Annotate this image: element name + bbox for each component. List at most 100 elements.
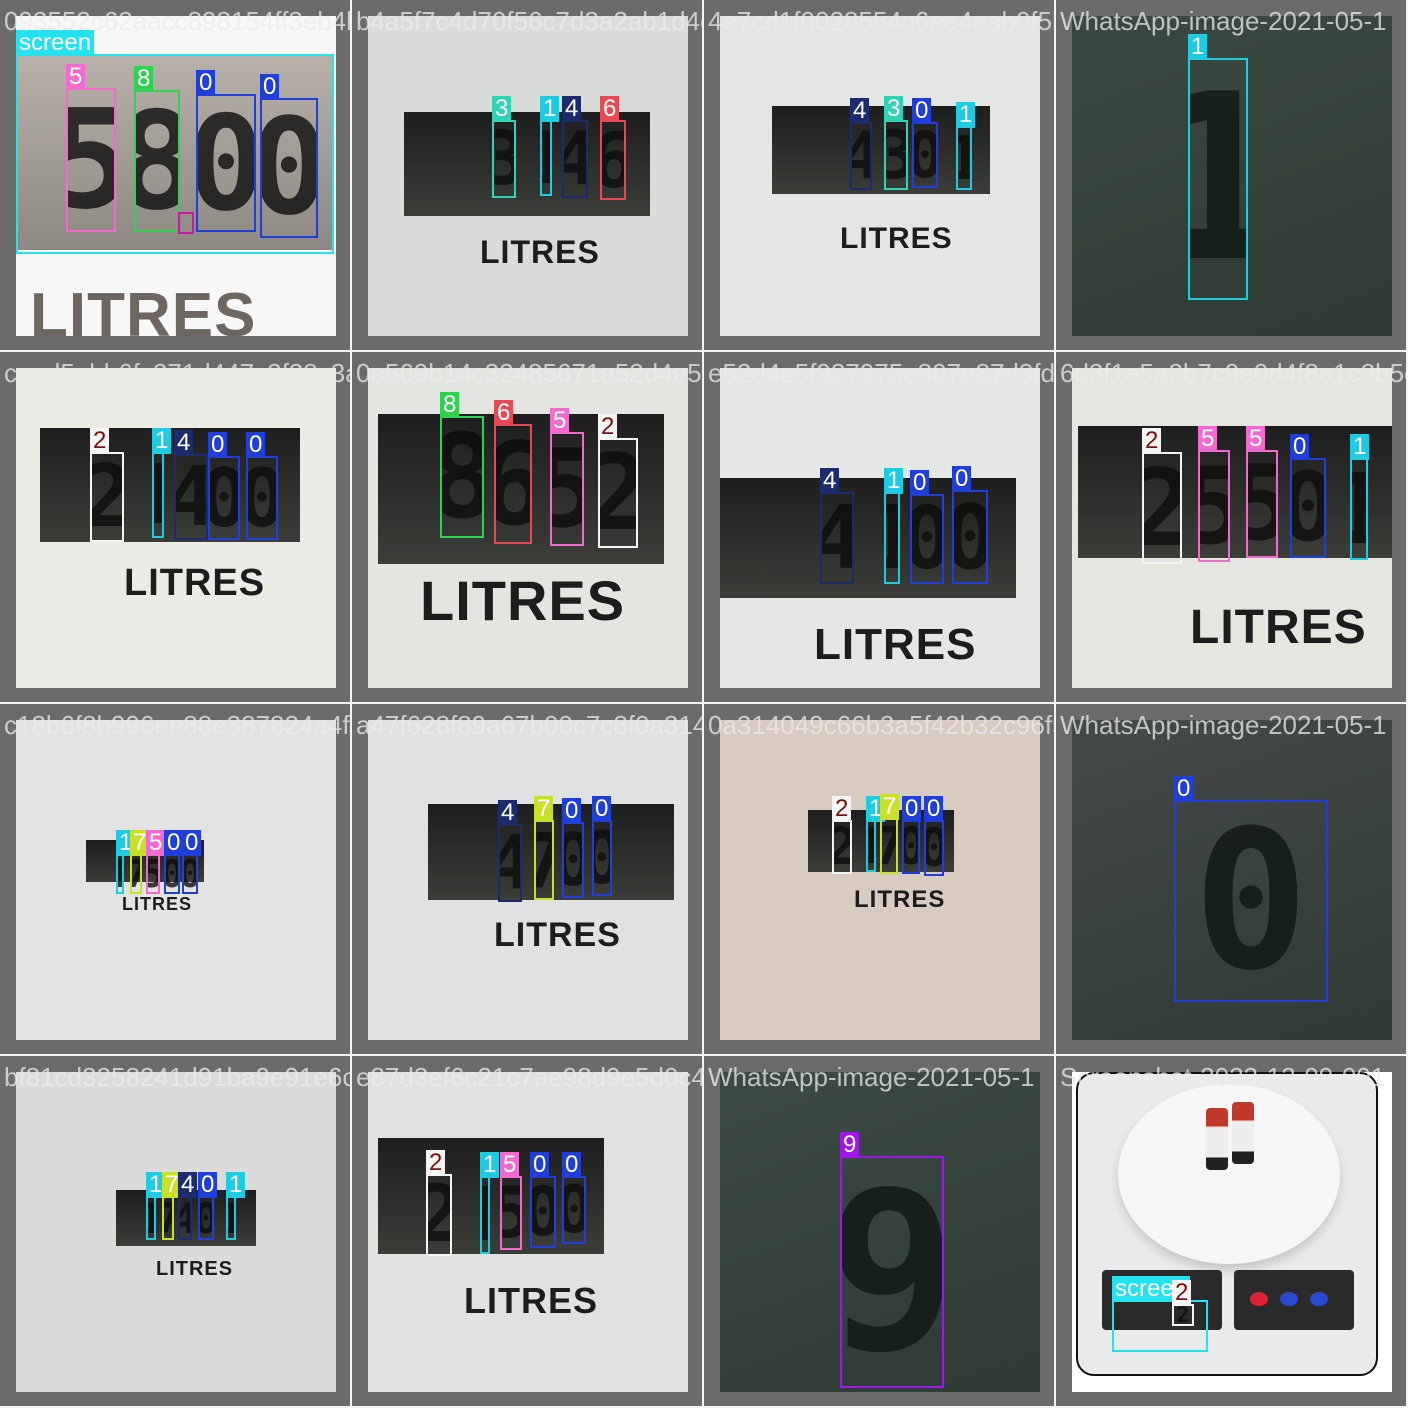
image-tile: 11WhatsApp-image-2021-05-1 [1056,0,1408,352]
class-label: 2 [1142,428,1162,454]
litres-label: LITRES [1190,601,1367,654]
battery [1206,1108,1228,1170]
image-filename: 0a569b14c32485671e52d4e5f9c0a7b1c2e3 [356,358,702,388]
image-filename: bf81cd3258241d91ba9e91e6c87d3ef6c21c7ae9… [4,1062,352,1092]
image-filename: 093552c62aacc898154ff3eb4b5f7c4d70f56c7d… [4,6,350,36]
bounding-box: 0 [1174,776,1328,1002]
image-tile: LITRES5800screen5800093552c62aacc898154f… [0,0,352,352]
bounding-box: 4 [498,800,522,902]
bounding-box: 0 [592,796,612,896]
bounding-box: 0 [164,830,184,894]
class-label: 0 [182,830,202,856]
tile-photo: LITRES 3 146 [368,16,688,336]
scale-button [1280,1292,1298,1306]
bounding-box: 0 [260,74,318,238]
bounding-box: 1 [884,468,904,584]
class-label: 0 [924,796,944,822]
tile-photo: LITRES21500 [368,1072,688,1392]
litres-label: LITRES [840,222,953,255]
image-tile: LITRES 2170021700 0a314049c66b3a5f42b32c96… [704,704,1056,1056]
bounding-box: 1 [116,830,136,894]
class-label: 4 [820,468,840,494]
bounding-box: 0 [1290,434,1326,558]
tile-photo: LITRES25501 [1072,368,1392,688]
image-tile: 99WhatsApp-image-2021-05-1 [704,1056,1056,1408]
image-tile: LITRES25501255016d3f1e5a2b7c9e0d4f8a1c3b… [1056,352,1408,704]
bounding-box: 1 [146,1172,166,1240]
class-label: 0 [1174,776,1194,802]
class-label: 2 [1172,1280,1192,1306]
class-label: 0 [910,470,930,496]
class-label: 1 [884,468,904,494]
litres-label: LITRES [814,620,977,669]
class-label: 0 [562,1152,582,1178]
bounding-box: 1 [1188,34,1248,300]
class-label: 2 [598,414,618,440]
class-label: 9 [840,1132,860,1158]
class-label: 5 [500,1152,520,1178]
image-tile: LITRES 43014301 4e7cd1f0028554c6ee4eab0f5b… [704,0,1056,352]
bounding-box: 5 [1246,426,1278,558]
class-label: 0 [952,466,972,492]
bounding-box: 1 [540,96,560,196]
class-label: 6 [494,400,514,426]
bounding-box: 9 [840,1132,944,1388]
image-filename: WhatsApp-image-2021-05-1 [1060,6,1387,36]
bounding-box: 1 [1350,434,1370,560]
bounding-box: 2 [426,1150,452,1256]
image-filename: WhatsApp-image-2021-05-1 [1060,710,1387,740]
class-label: 0 [208,432,228,458]
bounding-box: 5 [146,830,166,894]
class-label: 8 [440,392,460,418]
image-filename: 6d3f1e5a2b7c9e0d4f8a1c3b5e7d9f2a4c6 [1060,358,1408,388]
bounding-box: 0 [562,1152,586,1244]
class-label: 2 [832,796,852,822]
image-filename: c18b6f8b996ee88e387824a4f7e628f89a67b00c [4,710,350,740]
bounding-box: 7 [162,1172,182,1240]
bounding-box: 0 [530,1152,556,1248]
image-tile: LITRES2140021400caed5ebb6fc271d447c2f28c… [0,352,352,704]
litres-label: LITRES [420,569,626,632]
class-label: 2 [426,1150,446,1176]
image-filename: b4a5f7c4d70f56c7d3a2ab1d4c7ed3f00285a6ee [356,6,702,36]
bounding-box: 5 [500,1152,522,1250]
scale-buttons [1234,1270,1354,1330]
class-label: 4 [562,96,582,122]
class-label: 0 [912,98,932,124]
bounding-box: 0 [198,1172,218,1240]
bounding-box: 4 [820,468,854,584]
bounding-box: 0 [902,796,922,874]
class-label: 0 [562,798,582,824]
class-label: 1 [152,428,172,454]
class-label: 4 [178,1172,198,1198]
bounding-box: 1 [866,796,886,872]
image-filename: e52d4e5f927975e807e87d3fd6a51c2d3e4f [708,358,1056,388]
bounding-box: 0 [208,432,240,540]
bounding-box: 7 [130,830,150,894]
image-filename: Screenshot-2023-12-09-001 [1060,1062,1386,1092]
battery [1232,1102,1254,1164]
bounding-box: 1 [226,1172,246,1240]
class-label: 0 [196,70,216,96]
class-label: 4 [850,98,870,124]
class-label: 1 [1350,434,1370,460]
tile-photo: LITRES4100 [720,368,1040,688]
bounding-box: 5 [550,408,584,546]
class-label: 1 [540,96,560,122]
class-label: 5 [550,408,570,434]
scale-plate [1118,1084,1340,1264]
litres-label: LITRES [122,894,193,914]
litres-label: LITRES [156,1258,234,1280]
image-filename: e87d3ef6c21c7ae98d9e5d0c4a3f1b7e2c6d8 [356,1062,702,1092]
bounding-box: 1 [956,102,976,190]
class-label: 1 [226,1172,246,1198]
bounding-box: 7 [534,796,554,900]
tile-photo: LITRES17401 [16,1072,336,1392]
class-label: 0 [1290,434,1310,460]
class-label: 0 [530,1152,550,1178]
bounding-box: 6 [600,96,626,200]
class-label: 0 [260,74,280,100]
bounding-box: 1 [152,428,172,538]
bounding-box: 2 [1172,1280,1194,1326]
class-label: 0 [592,796,612,822]
